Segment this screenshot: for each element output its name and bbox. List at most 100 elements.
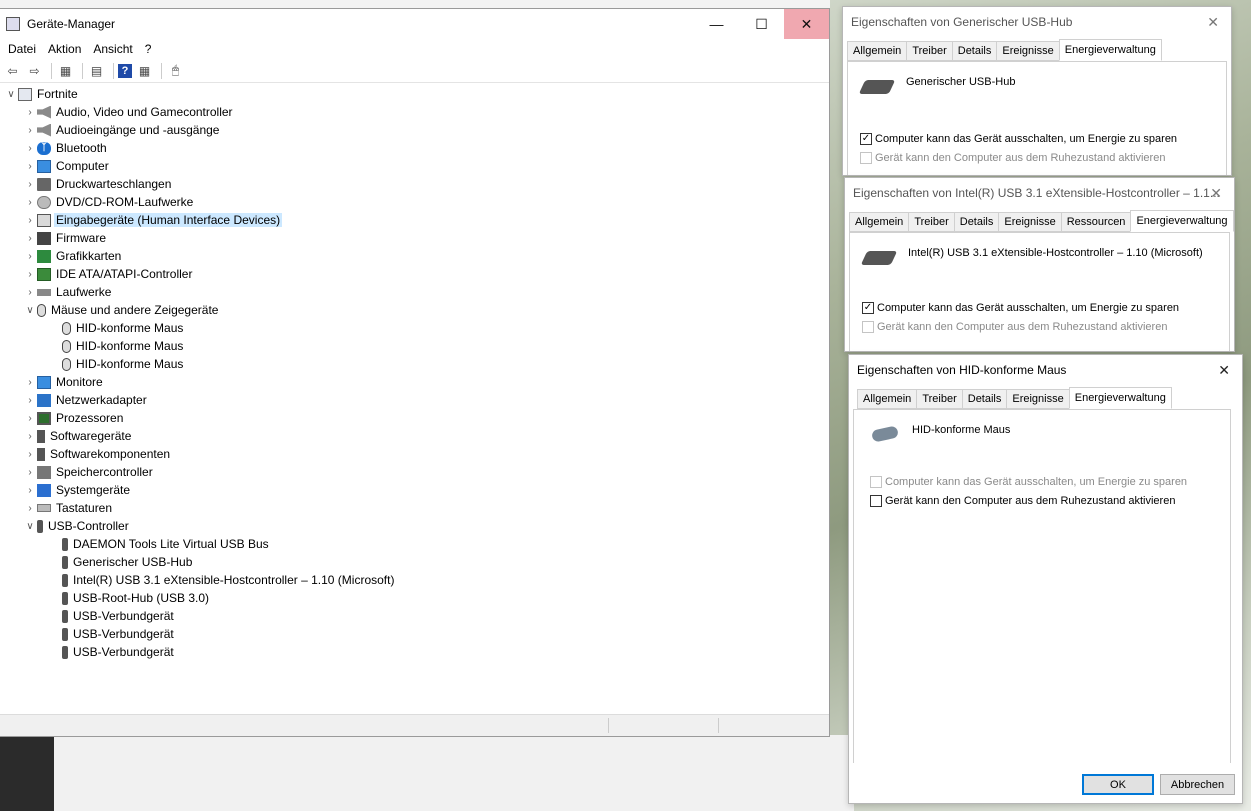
dialog-title-bar[interactable]: Eigenschaften von HID-konforme Maus ✕	[849, 355, 1242, 385]
tree-category[interactable]: › Druckwarteschlangen	[0, 175, 829, 193]
tab-treiber[interactable]: Treiber	[908, 212, 954, 232]
chevron-down-icon[interactable]: ∨	[23, 521, 37, 532]
help-icon[interactable]: ?	[118, 63, 132, 78]
tree-root[interactable]: ∨ Fortnite	[0, 85, 829, 103]
tree-category[interactable]: › Audio, Video und Gamecontroller	[0, 103, 829, 121]
tree-device[interactable]: Generischer USB-Hub	[0, 553, 829, 571]
tree-device[interactable]: USB-Verbundgerät	[0, 625, 829, 643]
chevron-right-icon[interactable]: ›	[23, 107, 37, 118]
chevron-right-icon[interactable]: ›	[23, 143, 37, 154]
tab-ressourcen[interactable]: Ressourcen	[1060, 212, 1131, 232]
menu-help[interactable]: ?	[139, 42, 158, 56]
title-bar[interactable]: Geräte-Manager — ☐ ✕	[0, 9, 829, 39]
chevron-right-icon[interactable]: ›	[23, 395, 37, 406]
chevron-right-icon[interactable]: ›	[23, 215, 37, 226]
checkbox-unchecked[interactable]	[862, 321, 874, 333]
tree-category[interactable]: ∨ USB-Controller	[0, 517, 829, 535]
tab-ereignisse[interactable]: Ereignisse	[1006, 389, 1069, 409]
checkbox-checked[interactable]: ✓	[860, 133, 872, 145]
tab-allgemein[interactable]: Allgemein	[857, 389, 917, 409]
tree-device[interactable]: HID-konforme Maus	[0, 355, 829, 373]
tree-category[interactable]: › Softwaregeräte	[0, 427, 829, 445]
dialog-title-bar[interactable]: Eigenschaften von Intel(R) USB 3.1 eXten…	[845, 178, 1234, 208]
tree-category[interactable]: › ᛉ Bluetooth	[0, 139, 829, 157]
tree-category[interactable]: › Audioeingänge und -ausgänge	[0, 121, 829, 139]
menu-ansicht[interactable]: Ansicht	[87, 42, 138, 56]
tree-category[interactable]: › Prozessoren	[0, 409, 829, 427]
tree-category[interactable]: › Monitore	[0, 373, 829, 391]
tree-category[interactable]: › Speichercontroller	[0, 463, 829, 481]
cancel-button[interactable]: Abbrechen	[1160, 774, 1235, 795]
chevron-right-icon[interactable]: ›	[23, 485, 37, 496]
forward-arrow-icon[interactable]: ⇨	[25, 62, 44, 79]
tab-allgemein[interactable]: Allgemein	[847, 41, 907, 61]
tab-ereignisse[interactable]: Ereignisse	[998, 212, 1061, 232]
allow-power-off-checkbox[interactable]: ✓ Computer kann das Gerät ausschalten, u…	[862, 302, 1179, 314]
view-resources-icon[interactable]: ▦	[135, 62, 154, 79]
close-button[interactable]: ✕	[784, 9, 829, 39]
close-icon[interactable]: ✕	[1207, 14, 1219, 31]
tree-category[interactable]: › DVD/CD-ROM-Laufwerke	[0, 193, 829, 211]
chevron-right-icon[interactable]: ›	[23, 197, 37, 208]
tree-category[interactable]: › Netzwerkadapter	[0, 391, 829, 409]
allow-wake-checkbox[interactable]: Gerät kann den Computer aus dem Ruhezust…	[862, 321, 1167, 333]
chevron-right-icon[interactable]: ›	[23, 467, 37, 478]
tab-treiber[interactable]: Treiber	[906, 41, 952, 61]
chevron-right-icon[interactable]: ›	[23, 377, 37, 388]
chevron-down-icon[interactable]: ∨	[23, 305, 37, 316]
chevron-right-icon[interactable]: ›	[23, 269, 37, 280]
tree-device[interactable]: USB-Verbundgerät	[0, 643, 829, 661]
tree-device[interactable]: USB-Root-Hub (USB 3.0)	[0, 589, 829, 607]
chevron-right-icon[interactable]: ›	[23, 503, 37, 514]
chevron-right-icon[interactable]: ›	[23, 287, 37, 298]
tree-category[interactable]: ∨ Mäuse und andere Zeigegeräte	[0, 301, 829, 319]
chevron-right-icon[interactable]: ›	[23, 125, 37, 136]
checkbox-checked[interactable]: ✓	[862, 302, 874, 314]
chevron-right-icon[interactable]: ›	[23, 179, 37, 190]
chevron-right-icon[interactable]: ›	[23, 233, 37, 244]
tree-device[interactable]: HID-konforme Maus	[0, 319, 829, 337]
tree-category[interactable]: › IDE ATA/ATAPI-Controller	[0, 265, 829, 283]
tree-category[interactable]: › Laufwerke	[0, 283, 829, 301]
tab-energieverwaltung[interactable]: Energieverwaltung	[1068, 387, 1172, 409]
tree-device[interactable]: DAEMON Tools Lite Virtual USB Bus	[0, 535, 829, 553]
minimize-button[interactable]: —	[694, 9, 739, 39]
chevron-right-icon[interactable]: ›	[23, 449, 37, 460]
menu-aktion[interactable]: Aktion	[42, 42, 87, 56]
tree-device[interactable]: USB-Verbundgerät	[0, 607, 829, 625]
tab-energieverwaltung[interactable]: Energieverwaltung	[1130, 210, 1234, 232]
ok-button[interactable]: OK	[1082, 774, 1154, 795]
tree-category[interactable]: › Grafikkarten	[0, 247, 829, 265]
chevron-down-icon[interactable]: ∨	[4, 89, 18, 100]
tab-ereignisse[interactable]: Ereignisse	[996, 41, 1059, 61]
close-icon[interactable]: ✕	[1218, 362, 1230, 379]
chevron-right-icon[interactable]: ›	[23, 251, 37, 262]
properties-sheet-icon[interactable]: ▦	[56, 62, 75, 79]
back-arrow-icon[interactable]: ⇦	[3, 62, 22, 79]
tab-details[interactable]: Details	[961, 389, 1007, 409]
allow-wake-checkbox[interactable]: Gerät kann den Computer aus dem Ruhezust…	[870, 495, 1175, 507]
allow-wake-checkbox[interactable]: Gerät kann den Computer aus dem Ruhezust…	[860, 152, 1165, 164]
tree-device[interactable]: Intel(R) USB 3.1 eXtensible-Hostcontroll…	[0, 571, 829, 589]
tab-details[interactable]: Details	[951, 41, 997, 61]
tab-treiber[interactable]: Treiber	[916, 389, 962, 409]
menu-datei[interactable]: Datei	[2, 42, 42, 56]
chevron-right-icon[interactable]: ›	[23, 413, 37, 424]
chevron-right-icon[interactable]: ›	[23, 161, 37, 172]
close-icon[interactable]: ✕	[1210, 185, 1222, 202]
tree-category[interactable]: › Systemgeräte	[0, 481, 829, 499]
checkbox-unchecked[interactable]	[860, 152, 872, 164]
scan-hardware-icon[interactable]: 🖱	[166, 62, 185, 79]
checkbox-unchecked[interactable]	[870, 495, 882, 507]
tree-category[interactable]: › Firmware	[0, 229, 829, 247]
tree-category[interactable]: › Softwarekomponenten	[0, 445, 829, 463]
allow-power-off-checkbox[interactable]: ✓ Computer kann das Gerät ausschalten, u…	[860, 133, 1177, 145]
checkbox-unchecked[interactable]	[870, 476, 882, 488]
chevron-right-icon[interactable]: ›	[23, 431, 37, 442]
allow-power-off-checkbox[interactable]: Computer kann das Gerät ausschalten, um …	[870, 476, 1187, 488]
tab-energieverwaltung[interactable]: Energieverwaltung	[1058, 39, 1162, 61]
tab-allgemein[interactable]: Allgemein	[849, 212, 909, 232]
tree-category[interactable]: › Computer	[0, 157, 829, 175]
tree-category[interactable]: › Eingabegeräte (Human Interface Devices…	[0, 211, 829, 229]
dialog-title-bar[interactable]: Eigenschaften von Generischer USB-Hub ✕	[843, 7, 1231, 37]
